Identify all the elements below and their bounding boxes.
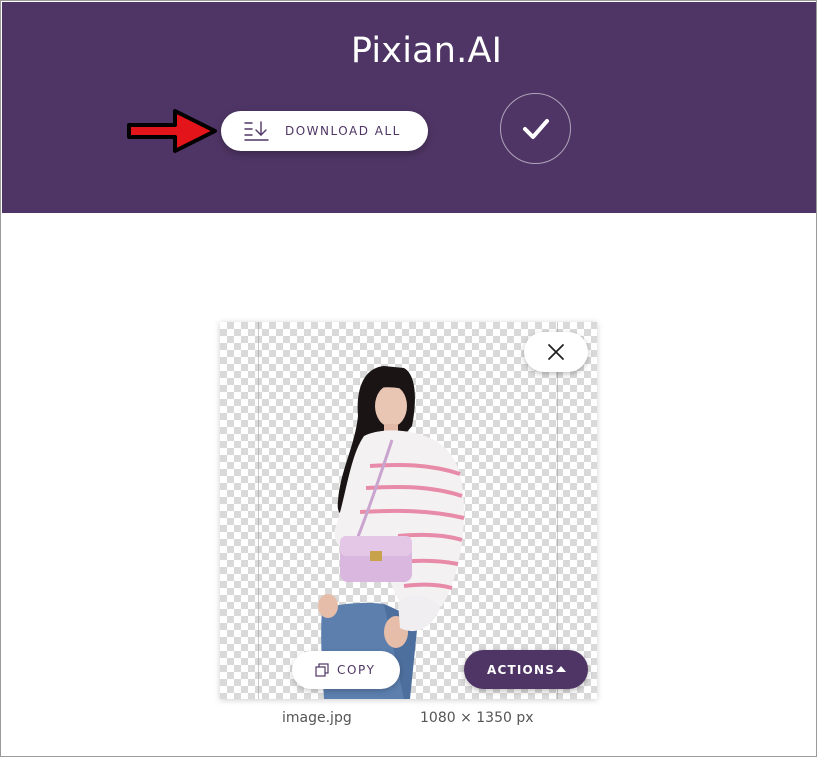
cutout-subject-image [318,366,465,699]
close-icon [548,344,564,360]
copy-icon [315,663,329,677]
actions-button[interactable]: ACTIONS [464,650,588,689]
image-dimensions: 1080 × 1350 px [420,710,534,726]
crop-guide-left [258,322,259,699]
crop-guide-right [557,322,558,699]
copy-label: COPY [337,663,376,677]
app-title: Pixian.AI [350,31,503,71]
close-button[interactable] [524,332,588,372]
checkmark-icon [523,119,549,139]
red-arrow-icon [127,109,217,153]
download-list-icon [244,121,269,141]
copy-button[interactable]: COPY [292,651,400,689]
download-all-button[interactable]: DOWNLOAD ALL [221,111,428,151]
result-image-card: COPY ACTIONS [220,322,597,699]
header-bar: Pixian.AI DOWNLOAD ALL [2,2,816,213]
actions-label: ACTIONS [487,663,556,677]
download-all-label: DOWNLOAD ALL [285,124,401,138]
confirm-button[interactable] [500,93,571,164]
file-name: image.jpg [282,710,352,726]
caret-up-icon [556,666,566,672]
app-window: Pixian.AI DOWNLOAD ALL COPY ACTIONS imag… [0,0,817,757]
